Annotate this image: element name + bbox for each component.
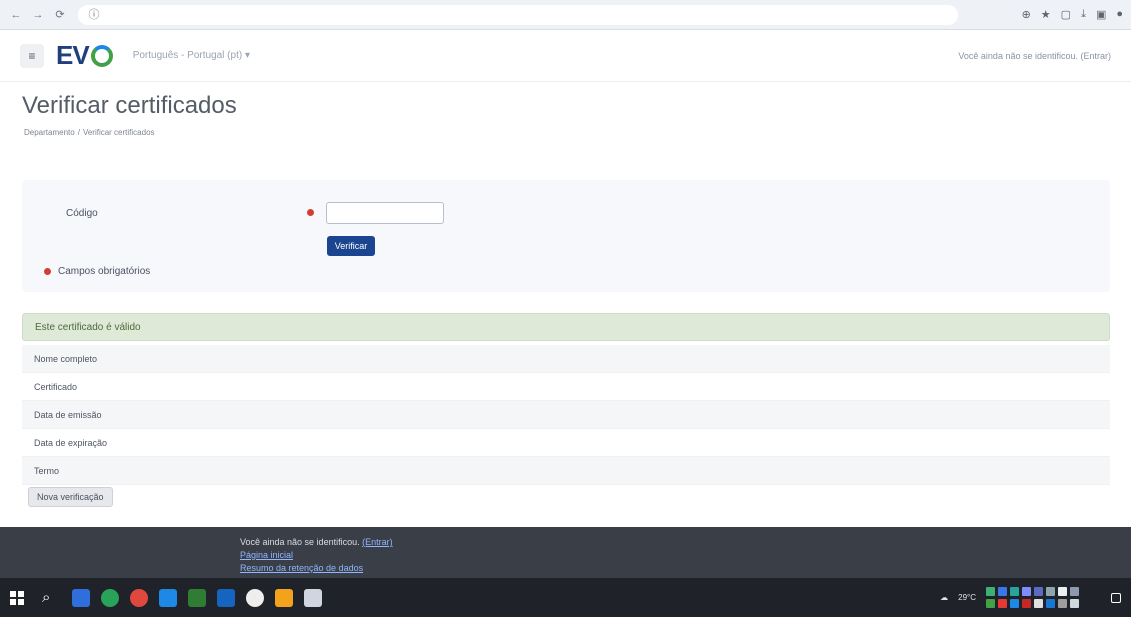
new-verification-button[interactable]: Nova verificação <box>28 487 113 507</box>
site-info-icon[interactable]: ⓘ <box>86 7 102 23</box>
taskview-icon[interactable] <box>72 588 91 607</box>
required-legend-icon <box>44 268 51 275</box>
breadcrumb: Departamento / Verificar certificados <box>24 128 155 137</box>
browser-toolbar: ← → ⟳ ⓘ ⊕ ★ ▢ ⤓ ▣ ● <box>0 0 1131 30</box>
sidebar-icon[interactable]: ▣ <box>1096 8 1106 21</box>
windows-taskbar: ⌕ ☁ 29°C <box>0 578 1131 617</box>
notification-icon[interactable] <box>1111 592 1121 603</box>
logo-text: EV <box>56 40 90 70</box>
tray-icons[interactable] <box>986 587 1079 608</box>
bookmark-star-icon[interactable]: ★ <box>1041 8 1051 21</box>
menu-icon[interactable]: ≡ <box>20 43 44 68</box>
page-footer: Você ainda não se identificou. (Entrar) … <box>0 527 1131 578</box>
site-header: ≡ EV Português - Portugal (pt) ▾ Você ai… <box>0 30 1131 82</box>
site-logo[interactable]: EV <box>56 40 113 71</box>
code-input[interactable] <box>326 202 444 224</box>
table-row: Data de emissão <box>22 401 1110 429</box>
table-row: Data de expiração <box>22 429 1110 457</box>
success-banner: Este certificado é válido <box>22 313 1110 341</box>
detail-label: Data de emissão <box>34 409 102 420</box>
certificate-details: Nome completo Certificado Data de emissã… <box>22 345 1110 485</box>
edge-icon[interactable] <box>159 588 178 607</box>
login-status[interactable]: Você ainda não se identificou. (Entrar) <box>958 51 1111 61</box>
back-icon[interactable]: ← <box>8 7 24 23</box>
logo-circle-icon <box>90 44 113 67</box>
breadcrumb-item-current: Verificar certificados <box>82 128 155 137</box>
profile-icon[interactable]: ● <box>1116 8 1123 21</box>
table-row: Nome completo <box>22 345 1110 373</box>
excel-icon[interactable] <box>188 588 207 607</box>
breadcrumb-item-department[interactable]: Departamento <box>24 128 75 137</box>
whatsapp-icon[interactable] <box>101 588 120 607</box>
table-row: Certificado <box>22 373 1110 401</box>
footer-data-retention-link[interactable]: Resumo da retenção de dados <box>240 563 363 573</box>
detail-label: Certificado <box>34 381 78 392</box>
taskbar-search-icon[interactable]: ⌕ <box>42 589 50 606</box>
address-bar[interactable]: ⓘ <box>78 4 958 25</box>
table-row: Termo <box>22 457 1110 485</box>
word-icon[interactable] <box>217 588 236 607</box>
weather-icon[interactable]: ☁ <box>940 593 948 602</box>
verify-button[interactable]: Verificar <box>327 236 375 256</box>
footer-login-line: Você ainda não se identificou. (Entrar) <box>240 536 1131 549</box>
required-fields-note: Campos obrigatórios <box>58 266 151 277</box>
footer-home-link[interactable]: Página inicial <box>240 550 293 560</box>
verify-form-panel <box>22 180 1110 292</box>
detail-label: Data de expiração <box>34 437 108 448</box>
zoom-icon[interactable]: ⊕ <box>1022 8 1031 21</box>
required-icon <box>307 209 314 216</box>
app-icon[interactable] <box>246 588 265 607</box>
language-menu[interactable]: Português - Portugal (pt) ▾ <box>133 50 250 61</box>
code-label: Código <box>66 208 98 219</box>
page-title: Verificar certificados <box>22 92 237 119</box>
reload-icon[interactable]: ⟳ <box>52 7 68 23</box>
windows-start-icon[interactable] <box>10 590 24 605</box>
drive-icon[interactable] <box>304 588 323 607</box>
footer-login-text: Você ainda não se identificou. <box>240 537 360 547</box>
files-icon[interactable] <box>275 588 294 607</box>
system-tray: ☁ 29°C <box>940 587 1121 608</box>
tab-icon[interactable]: ▢ <box>1061 8 1071 21</box>
weather-temp: 29°C <box>958 593 976 602</box>
footer-login-link[interactable]: (Entrar) <box>362 537 393 547</box>
forward-icon[interactable]: → <box>30 7 46 23</box>
detail-label: Nome completo <box>34 353 98 364</box>
chrome-icon[interactable] <box>130 588 149 607</box>
detail-label: Termo <box>34 465 60 476</box>
download-icon[interactable]: ⤓ <box>1081 8 1086 21</box>
